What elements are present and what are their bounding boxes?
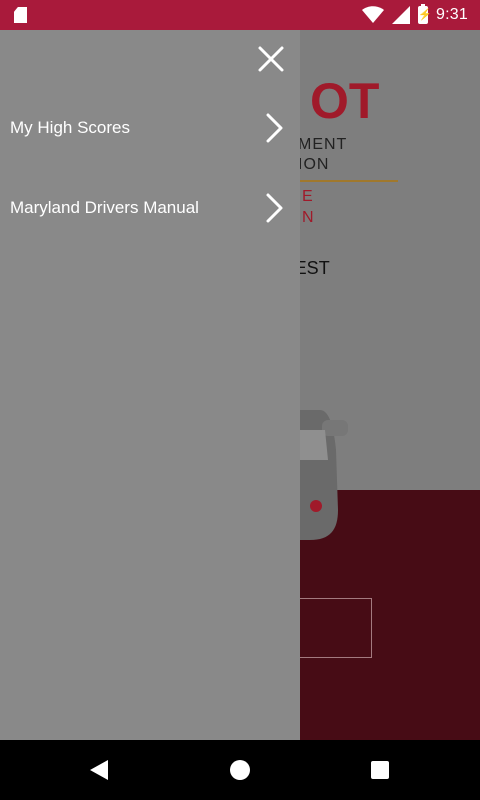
sd-card-icon bbox=[14, 7, 27, 23]
logo-text-line2: ION bbox=[298, 156, 330, 173]
logo-divider bbox=[298, 180, 398, 182]
menu-item-label: My High Scores bbox=[10, 118, 130, 137]
status-bar: 9:31 bbox=[0, 0, 480, 30]
menu-item-maryland-drivers-manual[interactable]: Maryland Drivers Manual bbox=[0, 178, 300, 238]
menu-item-my-high-scores[interactable]: My High Scores bbox=[0, 98, 300, 158]
back-icon[interactable] bbox=[90, 760, 108, 780]
logo-sub-line2: N bbox=[302, 209, 314, 226]
clock: 9:31 bbox=[436, 6, 468, 23]
status-icons: 9:31 bbox=[362, 0, 468, 30]
logo-text-line1: MENT bbox=[298, 136, 348, 153]
logo-mark: OT bbox=[310, 73, 380, 129]
chevron-right-icon bbox=[266, 113, 283, 143]
home-icon[interactable] bbox=[230, 760, 250, 780]
chevron-right-icon bbox=[266, 193, 283, 223]
logo-sub-line1: E bbox=[302, 188, 313, 205]
battery-charging-icon bbox=[418, 4, 432, 24]
navigation-bar bbox=[0, 740, 480, 800]
close-icon[interactable] bbox=[256, 44, 286, 74]
wifi-icon bbox=[362, 6, 385, 23]
navigation-drawer: My High Scores Maryland Drivers Manual bbox=[0, 30, 300, 740]
recents-icon[interactable] bbox=[371, 761, 389, 779]
menu-item-label: Maryland Drivers Manual bbox=[10, 198, 199, 217]
signal-icon bbox=[392, 6, 411, 24]
